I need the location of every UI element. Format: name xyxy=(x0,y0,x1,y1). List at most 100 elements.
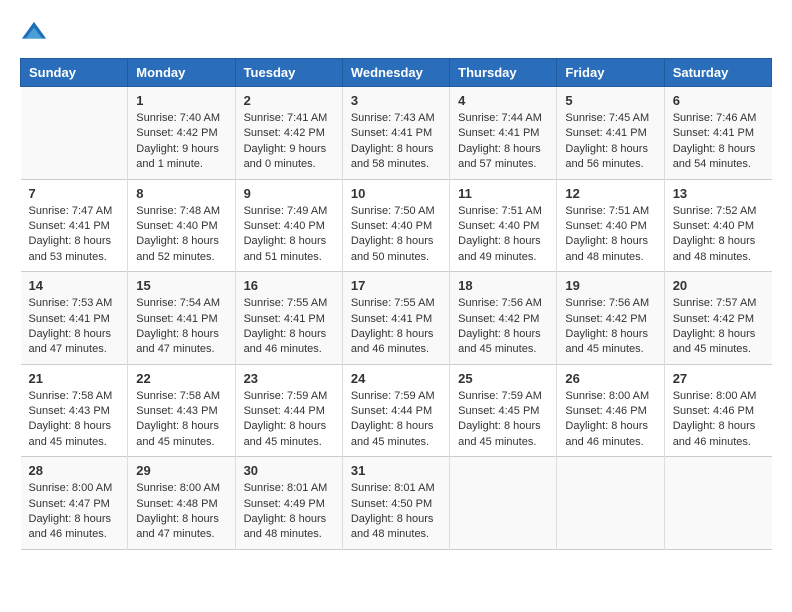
day-number: 23 xyxy=(244,371,334,386)
day-number: 27 xyxy=(673,371,764,386)
day-number: 2 xyxy=(244,93,334,108)
calendar-week-row: 21 Sunrise: 7:58 AMSunset: 4:43 PMDayligh… xyxy=(21,364,772,457)
calendar-cell: 14 Sunrise: 7:53 AMSunset: 4:41 PMDayligh… xyxy=(21,272,128,365)
day-number: 10 xyxy=(351,186,441,201)
day-number: 29 xyxy=(136,463,226,478)
col-header-monday: Monday xyxy=(128,59,235,87)
day-detail: Sunrise: 8:00 AMSunset: 4:48 PMDaylight:… xyxy=(136,481,226,543)
calendar-cell: 20 Sunrise: 7:57 AMSunset: 4:42 PMDayligh… xyxy=(664,272,771,365)
day-number: 20 xyxy=(673,278,764,293)
day-number: 15 xyxy=(136,278,226,293)
day-number: 31 xyxy=(351,463,441,478)
calendar-cell: 19Sunrise: 7:56 AMSunset: 4:42 PMDayligh… xyxy=(557,272,664,365)
calendar-cell: 26 Sunrise: 8:00 AMSunset: 4:46 PMDayligh… xyxy=(557,364,664,457)
calendar-cell: 2 Sunrise: 7:41 AMSunset: 4:42 PMDaylight… xyxy=(235,87,342,180)
day-number: 25 xyxy=(458,371,548,386)
calendar-week-row: 28 Sunrise: 8:00 AMSunset: 4:47 PMDayligh… xyxy=(21,457,772,550)
calendar-cell xyxy=(450,457,557,550)
day-detail: Sunrise: 7:57 AMSunset: 4:42 PMDaylight:… xyxy=(673,296,764,358)
day-detail: Sunrise: 7:53 AMSunset: 4:41 PMDaylight:… xyxy=(29,296,120,358)
calendar-cell: 9 Sunrise: 7:49 AMSunset: 4:40 PMDaylight… xyxy=(235,179,342,272)
calendar-cell: 15 Sunrise: 7:54 AMSunset: 4:41 PMDayligh… xyxy=(128,272,235,365)
day-number: 11 xyxy=(458,186,548,201)
calendar-cell: 23 Sunrise: 7:59 AMSunset: 4:44 PMDayligh… xyxy=(235,364,342,457)
day-number: 12 xyxy=(565,186,655,201)
day-number: 26 xyxy=(565,371,655,386)
day-detail: Sunrise: 8:01 AMSunset: 4:50 PMDaylight:… xyxy=(351,481,441,543)
calendar-week-row: 14 Sunrise: 7:53 AMSunset: 4:41 PMDayligh… xyxy=(21,272,772,365)
calendar-cell: 17Sunrise: 7:55 AMSunset: 4:41 PMDayligh… xyxy=(342,272,449,365)
calendar-cell: 8Sunrise: 7:48 AMSunset: 4:40 PMDaylight… xyxy=(128,179,235,272)
day-number: 1 xyxy=(136,93,226,108)
day-detail: Sunrise: 7:59 AMSunset: 4:44 PMDaylight:… xyxy=(244,389,334,451)
calendar-cell xyxy=(557,457,664,550)
day-detail: Sunrise: 7:40 AMSunset: 4:42 PMDaylight:… xyxy=(136,111,226,173)
day-detail: Sunrise: 7:47 AMSunset: 4:41 PMDaylight:… xyxy=(29,204,120,266)
col-header-tuesday: Tuesday xyxy=(235,59,342,87)
col-header-friday: Friday xyxy=(557,59,664,87)
day-detail: Sunrise: 7:51 AMSunset: 4:40 PMDaylight:… xyxy=(565,204,655,266)
day-number: 24 xyxy=(351,371,441,386)
calendar-cell: 28 Sunrise: 8:00 AMSunset: 4:47 PMDayligh… xyxy=(21,457,128,550)
calendar-table: SundayMondayTuesdayWednesdayThursdayFrid… xyxy=(20,58,772,550)
calendar-cell: 16Sunrise: 7:55 AMSunset: 4:41 PMDayligh… xyxy=(235,272,342,365)
calendar-cell: 27 Sunrise: 8:00 AMSunset: 4:46 PMDayligh… xyxy=(664,364,771,457)
calendar-cell: 13 Sunrise: 7:52 AMSunset: 4:40 PMDayligh… xyxy=(664,179,771,272)
day-number: 3 xyxy=(351,93,441,108)
day-number: 19 xyxy=(565,278,655,293)
logo xyxy=(20,20,52,48)
day-detail: Sunrise: 8:01 AMSunset: 4:49 PMDaylight:… xyxy=(244,481,334,543)
day-detail: Sunrise: 7:55 AMSunset: 4:41 PMDaylight:… xyxy=(244,296,334,358)
calendar-cell: 30 Sunrise: 8:01 AMSunset: 4:49 PMDayligh… xyxy=(235,457,342,550)
day-number: 5 xyxy=(565,93,655,108)
calendar-cell: 18 Sunrise: 7:56 AMSunset: 4:42 PMDayligh… xyxy=(450,272,557,365)
calendar-cell: 25 Sunrise: 7:59 AMSunset: 4:45 PMDayligh… xyxy=(450,364,557,457)
calendar-cell: 12 Sunrise: 7:51 AMSunset: 4:40 PMDayligh… xyxy=(557,179,664,272)
day-detail: Sunrise: 7:58 AMSunset: 4:43 PMDaylight:… xyxy=(136,389,226,451)
col-header-wednesday: Wednesday xyxy=(342,59,449,87)
col-header-saturday: Saturday xyxy=(664,59,771,87)
day-number: 30 xyxy=(244,463,334,478)
day-detail: Sunrise: 7:48 AMSunset: 4:40 PMDaylight:… xyxy=(136,204,226,266)
day-detail: Sunrise: 7:54 AMSunset: 4:41 PMDaylight:… xyxy=(136,296,226,358)
calendar-cell: 29 Sunrise: 8:00 AMSunset: 4:48 PMDayligh… xyxy=(128,457,235,550)
calendar-cell: 22 Sunrise: 7:58 AMSunset: 4:43 PMDayligh… xyxy=(128,364,235,457)
day-detail: Sunrise: 7:46 AMSunset: 4:41 PMDaylight:… xyxy=(673,111,764,173)
day-detail: Sunrise: 7:49 AMSunset: 4:40 PMDaylight:… xyxy=(244,204,334,266)
day-detail: Sunrise: 8:00 AMSunset: 4:47 PMDaylight:… xyxy=(29,481,120,543)
calendar-cell: 4Sunrise: 7:44 AMSunset: 4:41 PMDaylight… xyxy=(450,87,557,180)
day-number: 18 xyxy=(458,278,548,293)
day-number: 22 xyxy=(136,371,226,386)
day-detail: Sunrise: 7:50 AMSunset: 4:40 PMDaylight:… xyxy=(351,204,441,266)
day-detail: Sunrise: 7:51 AMSunset: 4:40 PMDaylight:… xyxy=(458,204,548,266)
day-number: 7 xyxy=(29,186,120,201)
day-detail: Sunrise: 7:41 AMSunset: 4:42 PMDaylight:… xyxy=(244,111,334,173)
calendar-cell: 1 Sunrise: 7:40 AMSunset: 4:42 PMDaylight… xyxy=(128,87,235,180)
day-detail: Sunrise: 7:56 AMSunset: 4:42 PMDaylight:… xyxy=(458,296,548,358)
col-header-sunday: Sunday xyxy=(21,59,128,87)
calendar-cell xyxy=(21,87,128,180)
day-number: 21 xyxy=(29,371,120,386)
day-number: 14 xyxy=(29,278,120,293)
day-number: 13 xyxy=(673,186,764,201)
day-number: 9 xyxy=(244,186,334,201)
page-header xyxy=(20,20,772,48)
calendar-cell: 21 Sunrise: 7:58 AMSunset: 4:43 PMDayligh… xyxy=(21,364,128,457)
logo-icon xyxy=(20,20,48,48)
calendar-week-row: 1 Sunrise: 7:40 AMSunset: 4:42 PMDaylight… xyxy=(21,87,772,180)
calendar-cell: 10 Sunrise: 7:50 AMSunset: 4:40 PMDayligh… xyxy=(342,179,449,272)
day-number: 28 xyxy=(29,463,120,478)
calendar-cell: 5Sunrise: 7:45 AMSunset: 4:41 PMDaylight… xyxy=(557,87,664,180)
calendar-cell: 24 Sunrise: 7:59 AMSunset: 4:44 PMDayligh… xyxy=(342,364,449,457)
day-detail: Sunrise: 7:59 AMSunset: 4:45 PMDaylight:… xyxy=(458,389,548,451)
calendar-cell: 11 Sunrise: 7:51 AMSunset: 4:40 PMDayligh… xyxy=(450,179,557,272)
day-detail: Sunrise: 8:00 AMSunset: 4:46 PMDaylight:… xyxy=(565,389,655,451)
day-detail: Sunrise: 7:59 AMSunset: 4:44 PMDaylight:… xyxy=(351,389,441,451)
day-detail: Sunrise: 8:00 AMSunset: 4:46 PMDaylight:… xyxy=(673,389,764,451)
calendar-cell: 3 Sunrise: 7:43 AMSunset: 4:41 PMDaylight… xyxy=(342,87,449,180)
day-detail: Sunrise: 7:52 AMSunset: 4:40 PMDaylight:… xyxy=(673,204,764,266)
calendar-header-row: SundayMondayTuesdayWednesdayThursdayFrid… xyxy=(21,59,772,87)
day-detail: Sunrise: 7:58 AMSunset: 4:43 PMDaylight:… xyxy=(29,389,120,451)
calendar-cell: 31 Sunrise: 8:01 AMSunset: 4:50 PMDayligh… xyxy=(342,457,449,550)
day-detail: Sunrise: 7:43 AMSunset: 4:41 PMDaylight:… xyxy=(351,111,441,173)
